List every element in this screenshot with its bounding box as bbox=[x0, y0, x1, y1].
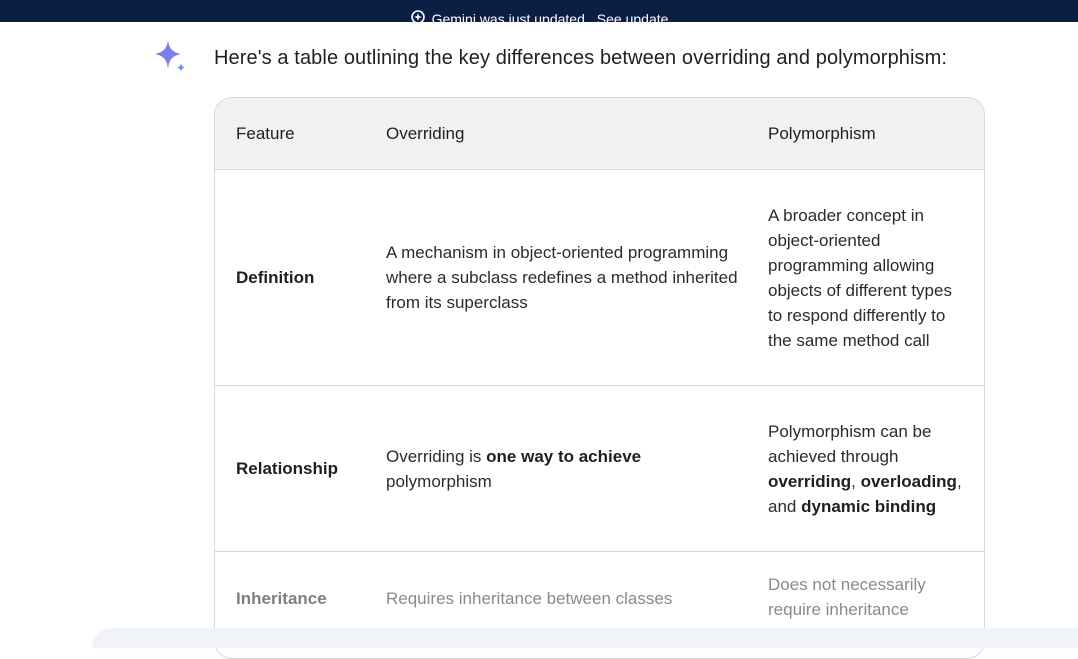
table-row: Relationship Overriding is one way to ac… bbox=[215, 386, 984, 552]
overriding-cell: Overriding is one way to achieve polymor… bbox=[386, 386, 746, 551]
feature-cell: Relationship bbox=[236, 459, 339, 478]
sparkle-badge-icon bbox=[410, 9, 426, 22]
comparison-table: Feature Overriding Polymorphism Definiti… bbox=[214, 97, 985, 659]
overriding-text: Overriding is one way to achieve polymor… bbox=[386, 446, 642, 491]
banner-message: Gemini was just updated. bbox=[431, 10, 589, 23]
header-overriding: Overriding bbox=[386, 123, 465, 143]
polymorphism-cell: Polymorphism can be achieved through ove… bbox=[768, 386, 968, 551]
gemini-sparkle-icon bbox=[148, 38, 190, 78]
feature-cell: Definition bbox=[236, 268, 315, 287]
prompt-input-bar[interactable] bbox=[92, 628, 1078, 648]
polymorphism-cell: Does not necessarily require inheritance bbox=[768, 575, 926, 619]
see-update-link[interactable]: See update bbox=[597, 11, 669, 23]
header-polymorphism: Polymorphism bbox=[768, 123, 876, 143]
polymorphism-text: Polymorphism can be achieved through ove… bbox=[768, 421, 962, 516]
update-banner: Gemini was just updated. See update bbox=[0, 0, 1078, 22]
polymorphism-cell: A broader concept in object-oriented pro… bbox=[768, 170, 968, 385]
overriding-cell: Requires inheritance between classes bbox=[386, 589, 673, 608]
polymorphism-text: A broader concept in object-oriented pro… bbox=[768, 205, 952, 350]
header-feature: Feature bbox=[236, 123, 295, 143]
table-header-row: Feature Overriding Polymorphism bbox=[215, 98, 984, 170]
overriding-cell: A mechanism in object-oriented programmi… bbox=[386, 170, 746, 385]
feature-cell: Inheritance bbox=[236, 589, 327, 608]
overriding-text: A mechanism in object-oriented programmi… bbox=[386, 243, 738, 312]
table-row: Definition A mechanism in object-oriente… bbox=[215, 170, 984, 386]
response-intro-text: Here's a table outlining the key differe… bbox=[214, 47, 948, 69]
